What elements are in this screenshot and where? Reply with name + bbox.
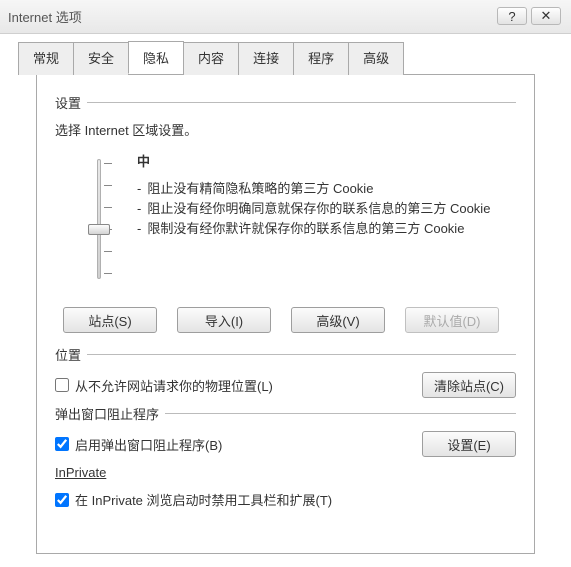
divider-icon xyxy=(87,354,516,355)
popup-checkbox-row[interactable]: 启用弹出窗口阻止程序(B) xyxy=(55,435,222,454)
close-icon: ✕ xyxy=(541,8,552,24)
question-icon: ? xyxy=(508,9,515,24)
slider-tick-icon xyxy=(104,185,112,186)
privacy-slider[interactable] xyxy=(79,149,119,289)
location-checkbox-row[interactable]: 从不允许网站请求你的物理位置(L) xyxy=(55,376,273,395)
window-title: Internet 选项 xyxy=(8,7,82,26)
tab-bar: 常规 安全 隐私 内容 连接 程序 高级 设置 选择 Internet 区域设置… xyxy=(0,34,571,554)
tab-security[interactable]: 安全 xyxy=(73,42,129,75)
slider-tick-icon xyxy=(104,251,112,252)
slider-tick-icon xyxy=(104,207,112,208)
sites-button[interactable]: 站点(S) xyxy=(63,307,157,333)
location-checkbox[interactable] xyxy=(55,378,69,392)
bullet-text: 阻止没有经你明确同意就保存你的联系信息的第三方 Cookie xyxy=(147,200,490,218)
slider-thumb-icon[interactable] xyxy=(88,224,110,235)
clear-sites-button[interactable]: 清除站点(C) xyxy=(422,372,516,398)
bullet-text: 限制没有经你默许就保存你的联系信息的第三方 Cookie xyxy=(147,220,464,238)
settings-heading: 设置 xyxy=(55,93,516,112)
popup-checkbox-label: 启用弹出窗口阻止程序(B) xyxy=(75,435,222,454)
import-button[interactable]: 导入(I) xyxy=(177,307,271,333)
divider-icon xyxy=(165,413,516,414)
inprivate-checkbox[interactable] xyxy=(55,493,69,507)
inprivate-checkbox-row[interactable]: 在 InPrivate 浏览启动时禁用工具栏和扩展(T) xyxy=(55,490,332,509)
privacy-bullet: -阻止没有经你明确同意就保存你的联系信息的第三方 Cookie xyxy=(137,200,516,218)
tab-content[interactable]: 内容 xyxy=(183,42,239,75)
default-button: 默认值(D) xyxy=(405,307,499,333)
popup-checkbox[interactable] xyxy=(55,437,69,451)
privacy-level: 中 xyxy=(137,151,516,170)
window-buttons: ? ✕ xyxy=(497,7,561,25)
location-heading: 位置 xyxy=(55,345,516,364)
slider-info: 中 -阻止没有精简隐私策略的第三方 Cookie -阻止没有经你明确同意就保存你… xyxy=(137,149,516,240)
popup-heading-label: 弹出窗口阻止程序 xyxy=(55,404,159,423)
tab-programs[interactable]: 程序 xyxy=(293,42,349,75)
slider-tick-icon xyxy=(104,163,112,164)
location-heading-label: 位置 xyxy=(55,345,81,364)
help-button[interactable]: ? xyxy=(497,7,527,25)
advanced-button[interactable]: 高级(V) xyxy=(291,307,385,333)
tab-connections[interactable]: 连接 xyxy=(238,42,294,75)
privacy-bullet: -限制没有经你默许就保存你的联系信息的第三方 Cookie xyxy=(137,220,516,238)
bullet-text: 阻止没有精简隐私策略的第三方 Cookie xyxy=(147,180,373,198)
slider-track-icon xyxy=(97,159,101,279)
tab-general[interactable]: 常规 xyxy=(18,42,74,75)
inprivate-heading: InPrivate xyxy=(55,465,516,480)
popup-settings-button[interactable]: 设置(E) xyxy=(422,431,516,457)
inprivate-checkbox-label: 在 InPrivate 浏览启动时禁用工具栏和扩展(T) xyxy=(75,490,332,509)
settings-desc: 选择 Internet 区域设置。 xyxy=(55,120,516,139)
slider-tick-icon xyxy=(104,273,112,274)
tab-privacy[interactable]: 隐私 xyxy=(128,41,184,74)
tab-advanced[interactable]: 高级 xyxy=(348,42,404,75)
divider-icon xyxy=(87,102,516,103)
popup-heading: 弹出窗口阻止程序 xyxy=(55,404,516,423)
privacy-bullet: -阻止没有精简隐私策略的第三方 Cookie xyxy=(137,180,516,198)
tab-panel-privacy: 设置 选择 Internet 区域设置。 中 -阻止没有精简隐私策略的第三方 C… xyxy=(36,74,535,554)
location-checkbox-label: 从不允许网站请求你的物理位置(L) xyxy=(75,376,273,395)
title-bar: Internet 选项 ? ✕ xyxy=(0,0,571,34)
settings-buttons: 站点(S) 导入(I) 高级(V) 默认值(D) xyxy=(55,307,516,333)
close-button[interactable]: ✕ xyxy=(531,7,561,25)
settings-heading-label: 设置 xyxy=(55,93,81,112)
